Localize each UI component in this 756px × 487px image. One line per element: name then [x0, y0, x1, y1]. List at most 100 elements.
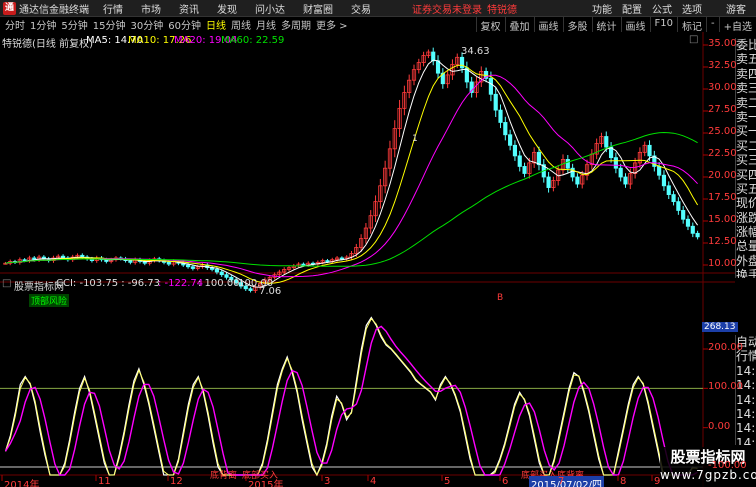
menu-wealth[interactable]: 财富圈	[303, 1, 333, 16]
tf-timeshare[interactable]: 分时	[5, 17, 25, 32]
menu-options[interactable]: 选项	[682, 1, 702, 16]
candle-body	[575, 176, 580, 185]
candle-body	[493, 93, 498, 111]
candle-body	[301, 263, 306, 266]
x-axis-label: 11	[98, 476, 111, 487]
candle-body	[508, 134, 513, 146]
candle-body	[657, 166, 662, 176]
candle-body	[685, 218, 691, 227]
price-tick-label: 25.00	[708, 126, 737, 137]
high-price-label: 34.63	[461, 46, 490, 57]
candle-body	[190, 266, 195, 269]
candle-body	[503, 122, 508, 136]
candle-body	[647, 144, 652, 157]
x-axis-label: 3	[324, 476, 331, 487]
tf-15min[interactable]: 15分钟	[93, 17, 126, 32]
btn-mark[interactable]: 标记	[677, 17, 706, 33]
price-tick-label: 10.00	[708, 258, 737, 269]
tf-daily[interactable]: 日线	[206, 17, 226, 32]
candle-body	[604, 136, 609, 148]
sidebar-field-label: 卖三	[736, 81, 756, 96]
menu-config[interactable]: 配置	[622, 1, 642, 16]
candle-body	[565, 159, 570, 169]
btn-stats[interactable]: 统计	[591, 17, 621, 33]
wave-marker: 1	[412, 134, 418, 144]
candle-body	[546, 176, 551, 188]
x-axis-label: 9	[654, 476, 661, 487]
btn-multi-stock[interactable]: 多股	[562, 17, 592, 33]
btn-overlay[interactable]: 叠加	[504, 17, 534, 33]
btn-add-watchlist[interactable]: +自选	[718, 17, 756, 33]
x-axis-label: 5	[444, 476, 451, 487]
trade-login-warning[interactable]: 证券交易未登录	[412, 1, 482, 16]
candle-body	[498, 109, 503, 123]
tf-multi[interactable]: 多周期	[281, 17, 311, 32]
x-axis-label: 12	[170, 476, 183, 487]
x-axis-label: 7	[558, 476, 565, 487]
guest-user[interactable]: 游客	[726, 1, 746, 16]
quote-sidebar: 委比卖五卖四卖三卖二卖一买一买二买三买四买五现价涨跌涨幅总量外盘换手净资收益	[735, 38, 756, 278]
x-axis-label: 2015年	[248, 480, 284, 487]
menu-news[interactable]: 资讯	[179, 1, 199, 16]
sidebar-field-label: 涨跌	[736, 210, 756, 225]
tf-more[interactable]: 更多 >	[316, 17, 348, 32]
price-tick-label: 20.00	[708, 170, 737, 181]
cci-tick-label: 0.00	[708, 420, 731, 432]
chart-canvas[interactable]	[0, 32, 735, 487]
x-axis-label: 8	[620, 476, 627, 487]
sidebar-field-label: 卖五	[736, 52, 756, 67]
tf-5min[interactable]: 5分钟	[61, 17, 87, 32]
menu-market[interactable]: 市场	[141, 1, 161, 16]
sidebar-field-label: 现价	[736, 196, 756, 211]
sidebar-field-label: 买四	[736, 167, 756, 182]
menu-function[interactable]: 功能	[592, 1, 612, 16]
x-axis-highlight: 2015/07/02/四	[529, 476, 605, 487]
btn-zoom-out[interactable]: -	[706, 17, 719, 32]
tf-monthly[interactable]: 月线	[256, 17, 276, 32]
candle-body	[690, 225, 695, 234]
btn-draw-line[interactable]: 画线	[620, 17, 650, 33]
tick-time: 14:50	[736, 421, 756, 436]
price-panel-title: 特锐德(日线 前复权)	[2, 39, 93, 50]
menu-formula[interactable]: 公式	[652, 1, 672, 16]
candle-body	[536, 151, 542, 166]
title-bar: 通 通达信金融终端 行情 市场 资讯 发现 问小达 财富圈 交易 证券交易未登录…	[0, 0, 756, 17]
sidebar-field-label: 委比	[736, 38, 756, 52]
cci-badge: 268.13	[702, 322, 738, 332]
ma60-label: MA60: 22.59	[221, 35, 285, 46]
candle-body	[435, 60, 441, 74]
tf-60min[interactable]: 60分钟	[168, 17, 201, 32]
candle-body	[128, 260, 133, 263]
menu-trade[interactable]: 交易	[351, 1, 371, 16]
menu-quotes[interactable]: 行情	[103, 1, 123, 16]
menu-discover[interactable]: 发现	[217, 1, 237, 16]
tick-time: 14:50	[736, 435, 756, 445]
cci-value-1: CCI: -103.75 : -96.73	[56, 278, 161, 289]
cci-value-4: : -100.00	[228, 278, 274, 289]
toolbar-right-buttons: 复权 叠加 画线 多股 统计 画线 F10 标记 - +自选	[475, 17, 756, 33]
menu-ask[interactable]: 问小达	[255, 1, 285, 16]
btn-draw[interactable]: 画线	[533, 17, 563, 33]
indicator-collapse-icon[interactable]: □	[2, 278, 11, 289]
sidebar-field-label: 外盘	[736, 253, 756, 268]
tf-30min[interactable]: 30分钟	[130, 17, 163, 32]
sidebar-field-label: 卖二	[736, 95, 756, 110]
candle-body	[666, 185, 671, 196]
btn-adjust[interactable]: 复权	[475, 17, 505, 33]
tf-weekly[interactable]: 周线	[231, 17, 251, 32]
price-tick-label: 32.50	[708, 60, 737, 71]
candle-body	[22, 259, 27, 262]
app-window: 通 通达信金融终端 行情 市场 资讯 发现 问小达 财富圈 交易 证券交易未登录…	[0, 0, 756, 487]
btn-f10[interactable]: F10	[649, 17, 677, 32]
candle-body	[623, 176, 628, 185]
tf-1min[interactable]: 1分钟	[30, 17, 56, 32]
candle-body	[166, 261, 171, 265]
panel-collapse-icon[interactable]: □	[689, 34, 698, 45]
buy-marker: B	[497, 293, 504, 303]
candle-body	[512, 144, 518, 157]
tick-time: 14:50	[736, 363, 756, 378]
title-right-menu: 功能 配置 公式 选项 游客	[592, 0, 756, 17]
x-axis-label: 4	[370, 476, 377, 487]
x-axis-label: 6	[502, 476, 509, 487]
price-tick-label: 12.50	[708, 236, 737, 247]
